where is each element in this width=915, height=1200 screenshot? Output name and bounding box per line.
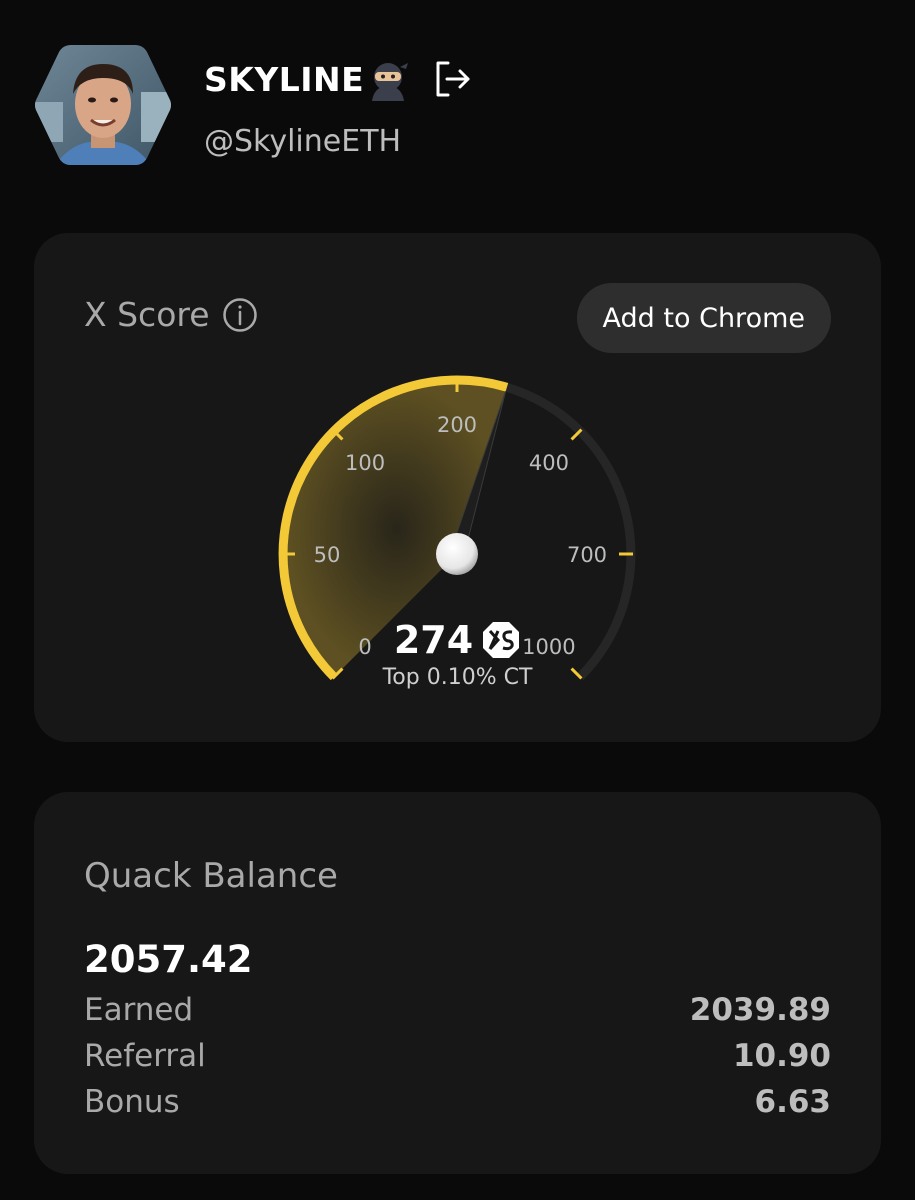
balance-row-referral: Referral 10.90 xyxy=(84,1034,831,1078)
balance-title: Quack Balance xyxy=(84,856,338,896)
balance-row-label: Bonus xyxy=(84,1084,180,1120)
gauge-tick-label: 50 xyxy=(314,543,341,567)
quack-balance-card: Quack Balance 2057.42 Earned 2039.89 Ref… xyxy=(34,792,881,1174)
xs-badge-icon xyxy=(481,620,521,660)
gauge-needle-knob xyxy=(436,533,478,575)
balance-row-label: Referral xyxy=(84,1038,206,1074)
balance-row-value: 6.63 xyxy=(754,1084,832,1120)
avatar-portrait xyxy=(35,45,171,165)
balance-row-earned: Earned 2039.89 xyxy=(84,988,831,1032)
ninja-icon xyxy=(366,57,410,101)
balance-row-value: 2039.89 xyxy=(689,992,831,1028)
gauge-tick-label: 700 xyxy=(567,543,607,567)
logout-icon[interactable] xyxy=(432,59,472,99)
balance-total: 2057.42 xyxy=(84,938,253,981)
avatar[interactable] xyxy=(33,42,173,168)
x-score-card: X Score Add to Chrome 0 50 100 200 400 7… xyxy=(34,233,881,742)
balance-row-bonus: Bonus 6.63 xyxy=(84,1080,831,1124)
score-value: 274 xyxy=(393,618,474,662)
balance-row-value: 10.90 xyxy=(732,1038,831,1074)
score-rank: Top 0.10% CT xyxy=(382,665,533,690)
username: SKYLINE xyxy=(204,59,365,99)
score-value-row: 274 xyxy=(34,618,881,662)
gauge-tick-label: 100 xyxy=(345,451,385,475)
gauge-tick-label: 400 xyxy=(529,451,569,475)
balance-row-label: Earned xyxy=(84,992,194,1028)
user-handle: @SkylineETH xyxy=(204,124,402,159)
gauge-tick-label: 200 xyxy=(437,413,477,437)
username-row: SKYLINE xyxy=(204,50,472,108)
profile-page: SKYLINE @SkylineETH X Score Add to Chrom… xyxy=(0,0,915,1200)
